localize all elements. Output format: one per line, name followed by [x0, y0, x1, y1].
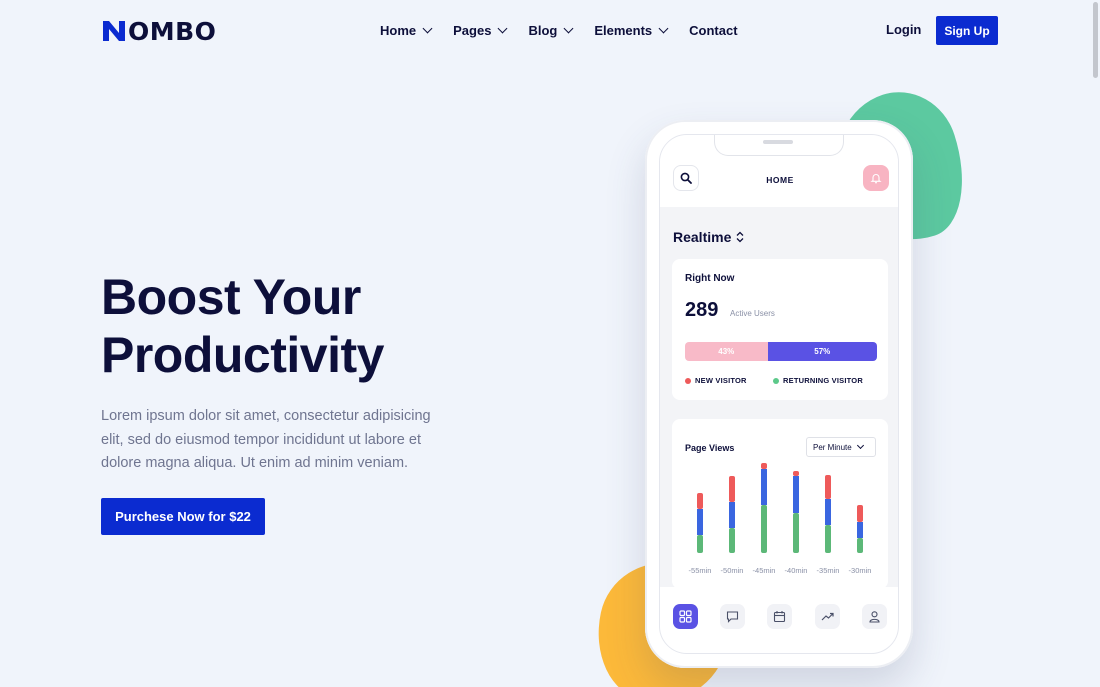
bar-segment: [793, 513, 799, 553]
user-icon: [869, 611, 880, 623]
logo-mark-icon: [103, 21, 125, 41]
bar-segment: [793, 476, 799, 513]
bell-icon: [870, 174, 882, 184]
notification-button[interactable]: [863, 165, 889, 191]
new-visitor-segment: 43%: [685, 342, 768, 361]
bar-segment: [697, 535, 703, 553]
hero-description: Lorem ipsum dolor sit amet, consectetur …: [101, 408, 431, 471]
bar-segment: [729, 476, 735, 502]
chevron-down-icon: [658, 23, 669, 33]
tab-analytics[interactable]: [815, 604, 840, 629]
main-nav: Home Pages Blog Elements Contact: [380, 20, 760, 40]
hero-title-line: Boost Your: [101, 269, 361, 325]
legend-dot: [773, 377, 779, 384]
bar-segment: [857, 505, 863, 522]
nav-item-blog[interactable]: Blog: [528, 20, 574, 40]
bar-segment: [697, 509, 703, 535]
legend-dot: [685, 377, 691, 384]
chevron-down-icon: [563, 23, 574, 33]
nav-item-home[interactable]: Home: [380, 20, 433, 40]
tab-profile[interactable]: [862, 604, 887, 629]
chevron-down-icon: [497, 23, 508, 33]
bar-segment: [825, 525, 831, 553]
x-tick-label: -30min: [849, 566, 872, 575]
chevron-down-icon: [422, 23, 433, 33]
bar-segment: [761, 463, 767, 469]
x-tick-label: -35min: [817, 566, 840, 575]
bar-segment: [761, 505, 767, 553]
bar-segment: [825, 499, 831, 525]
hero-title-line: Productivity: [101, 327, 384, 383]
x-tick-label: -55min: [689, 566, 712, 575]
x-tick-label: -40min: [785, 566, 808, 575]
logo-text: OMBO: [128, 16, 217, 46]
legend-label: NEW VISITOR: [695, 376, 747, 385]
nav-item-contact[interactable]: Contact: [689, 20, 737, 40]
bar-segment: [729, 502, 735, 528]
signup-button[interactable]: Sign Up: [936, 16, 998, 45]
calendar-icon: [773, 611, 786, 623]
logo[interactable]: OMBO: [102, 16, 216, 46]
page-views-card: Page Views Per Minute -55min -50min -45min…: [672, 419, 888, 589]
nav-item-pages[interactable]: Pages: [453, 20, 508, 40]
active-users-count: 289: [685, 299, 719, 321]
returning-visitor-segment: 57%: [767, 342, 877, 361]
x-tick-label: -45min: [753, 566, 776, 575]
page-views-chart: -55min -50min -45min -40min -35min -30min: [689, 463, 872, 575]
dashboard-icon: [679, 610, 692, 623]
visitor-split-bar: 43% 57%: [685, 342, 877, 361]
active-users-label: Active Users: [730, 309, 775, 318]
legend-new-visitor: NEW VISITOR: [685, 376, 747, 385]
nav-item-label: Contact: [689, 22, 738, 38]
bar-segment: [825, 475, 831, 499]
phone-screen: HOME Realtime Right Now 289 Active Users…: [659, 134, 899, 654]
realtime-label: Realtime: [673, 229, 732, 245]
nav-item-elements[interactable]: Elements: [594, 20, 669, 40]
hero-title: Boost Your Productivity: [101, 268, 384, 384]
scrollbar[interactable]: [1093, 2, 1098, 78]
right-now-card: Right Now 289 Active Users 43% 57% NEW V…: [672, 259, 888, 400]
bar-segment: [857, 522, 863, 538]
tab-dashboard[interactable]: [673, 604, 698, 629]
realtime-selector[interactable]: Realtime: [673, 229, 744, 245]
legend-label: RETURNING VISITOR: [783, 376, 863, 385]
bottom-tab-bar: [660, 587, 898, 653]
bar-segment: [857, 538, 863, 553]
legend-returning-visitor: RETURNING VISITOR: [773, 376, 863, 385]
bar-segment: [793, 471, 799, 476]
nav-item-label: Blog: [528, 22, 558, 38]
chat-icon: [726, 611, 739, 623]
nav-item-label: Home: [380, 22, 417, 38]
card-title: Right Now: [685, 273, 735, 284]
nav-item-label: Pages: [453, 22, 492, 38]
sort-updown-icon: [736, 231, 744, 243]
bar-segment: [761, 469, 767, 505]
tab-calendar[interactable]: [767, 604, 792, 629]
x-tick-label: -50min: [721, 566, 744, 575]
login-link[interactable]: Login: [886, 22, 921, 37]
tab-chat[interactable]: [720, 604, 745, 629]
phone-notch: [714, 135, 844, 156]
nav-item-label: Elements: [594, 22, 653, 38]
purchase-button[interactable]: Purchese Now for $22: [101, 498, 265, 535]
phone-mockup: HOME Realtime Right Now 289 Active Users…: [645, 120, 913, 668]
trend-icon: [821, 612, 834, 621]
bar-segment: [729, 528, 735, 553]
bar-segment: [697, 493, 703, 509]
